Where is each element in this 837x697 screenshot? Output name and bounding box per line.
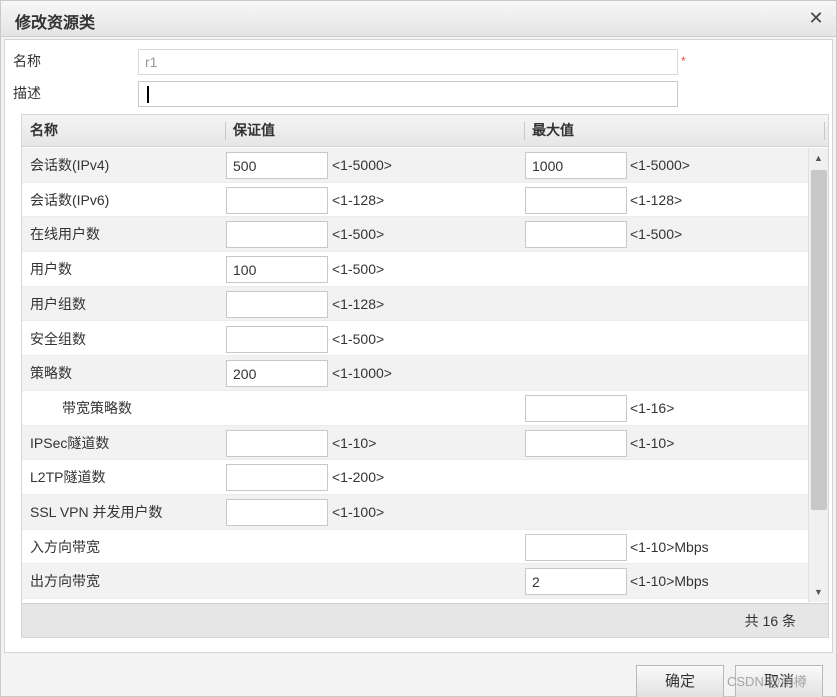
modify-resource-class-dialog: 修改资源类 ✕ 名称 * 描述 名称 保证值 最大值 会话数(IPv4) <1-5… bbox=[0, 0, 837, 697]
guarantee-range: <1-500> bbox=[332, 330, 385, 347]
column-header-guarantee: 保证值 bbox=[233, 122, 275, 138]
max-range: <1-16> bbox=[630, 399, 675, 416]
table-row: 带宽策略数 <1-16> bbox=[22, 391, 808, 426]
guarantee-range: <1-500> bbox=[332, 226, 385, 243]
vertical-scrollbar[interactable]: ▲ ▼ bbox=[808, 148, 828, 602]
guarantee-input[interactable] bbox=[226, 152, 328, 179]
close-icon[interactable]: ✕ bbox=[806, 8, 826, 28]
name-label: 名称 bbox=[13, 53, 41, 69]
table-row: 安全组数 <1-500> bbox=[22, 322, 808, 357]
row-name: 出方向带宽 bbox=[30, 573, 100, 590]
table-row: 会话数(IPv4) <1-5000> <1-5000> bbox=[22, 148, 808, 183]
row-name: L2TP隧道数 bbox=[30, 469, 106, 486]
scroll-up-icon[interactable]: ▲ bbox=[809, 150, 828, 166]
max-range: <1-128> bbox=[630, 191, 683, 208]
row-name: 安全组数 bbox=[30, 330, 86, 347]
guarantee-input[interactable] bbox=[226, 325, 328, 353]
guarantee-input[interactable] bbox=[226, 499, 328, 526]
dialog-content: 名称 * 描述 名称 保证值 最大值 会话数(IPv4) <1-5000> <1-5… bbox=[4, 39, 833, 653]
row-name: 在线用户数 bbox=[30, 226, 100, 243]
guarantee-range: <1-128> bbox=[332, 295, 385, 312]
cancel-button[interactable]: 取消 bbox=[735, 665, 823, 697]
ok-button[interactable]: 确定 bbox=[636, 665, 724, 697]
max-range: <1-5000> bbox=[630, 157, 690, 173]
guarantee-input[interactable] bbox=[226, 360, 328, 388]
required-mark: * bbox=[681, 54, 686, 68]
row-name: 会话数(IPv6) bbox=[30, 191, 110, 208]
max-input[interactable] bbox=[525, 568, 627, 596]
guarantee-range: <1-200> bbox=[332, 469, 385, 486]
max-input[interactable] bbox=[525, 221, 627, 249]
max-input[interactable] bbox=[525, 152, 627, 179]
resource-grid: 名称 保证值 最大值 会话数(IPv4)<1-5000><1-5000>会话数(… bbox=[21, 114, 829, 638]
column-header-name: 名称 bbox=[30, 122, 58, 138]
guarantee-range: <1-1000> bbox=[332, 365, 392, 382]
table-row: 策略数 <1-1000> bbox=[22, 356, 808, 391]
row-name: 用户数 bbox=[30, 261, 72, 278]
row-name: SSL VPN 并发用户数 bbox=[30, 504, 163, 520]
guarantee-range: <1-5000> bbox=[332, 157, 392, 173]
guarantee-range: <1-128> bbox=[332, 191, 385, 208]
guarantee-input[interactable] bbox=[226, 186, 328, 214]
max-input[interactable] bbox=[525, 429, 627, 457]
guarantee-input[interactable] bbox=[226, 464, 328, 492]
max-input[interactable] bbox=[525, 394, 627, 422]
row-name: IPSec隧道数 bbox=[30, 434, 110, 451]
table-row: IPSec隧道数 <1-10> <1-10> bbox=[22, 425, 808, 461]
text-cursor bbox=[147, 86, 149, 103]
table-row: 在线用户数 <1-500> <1-500> bbox=[22, 217, 808, 253]
guarantee-range: <1-10> bbox=[332, 434, 377, 451]
guarantee-input[interactable] bbox=[226, 429, 328, 457]
description-label: 描述 bbox=[13, 85, 41, 101]
guarantee-range: <1-100> bbox=[332, 504, 385, 520]
max-range: <1-10> bbox=[630, 434, 675, 451]
guarantee-input[interactable] bbox=[226, 221, 328, 249]
table-row: 出方向带宽 <1-10>Mbps bbox=[22, 564, 808, 600]
total-count: 共 16 条 bbox=[744, 613, 796, 629]
max-range: <1-10>Mbps bbox=[630, 573, 709, 590]
table-row: 会话数(IPv6) <1-128> <1-128> bbox=[22, 183, 808, 218]
guarantee-input[interactable] bbox=[226, 290, 328, 318]
grid-footer: 共 16 条 bbox=[22, 603, 828, 637]
column-separator[interactable] bbox=[824, 122, 825, 140]
row-name: 会话数(IPv4) bbox=[30, 157, 110, 173]
table-row: 用户组数 <1-128> bbox=[22, 286, 808, 322]
grid-header: 名称 保证值 最大值 bbox=[22, 115, 828, 147]
grid-rows: 会话数(IPv4) <1-5000> <1-5000> 会话数(IPv6) <1-128… bbox=[22, 148, 808, 602]
scroll-down-icon[interactable]: ▼ bbox=[809, 584, 828, 600]
dialog-title: 修改资源类 bbox=[15, 15, 96, 32]
max-input[interactable] bbox=[525, 186, 627, 214]
table-row: 入方向带宽 <1-10>Mbps bbox=[22, 530, 808, 565]
column-header-max: 最大值 bbox=[532, 122, 574, 138]
table-row: SSL VPN 并发用户数 <1-100> bbox=[22, 495, 808, 530]
row-name: 入方向带宽 bbox=[30, 538, 100, 555]
max-range: <1-10>Mbps bbox=[630, 538, 709, 555]
row-name: 策略数 bbox=[30, 365, 72, 382]
table-row: L2TP隧道数 <1-200> bbox=[22, 460, 808, 495]
guarantee-range: <1-500> bbox=[332, 261, 385, 278]
max-input[interactable] bbox=[525, 533, 627, 561]
description-field[interactable] bbox=[138, 81, 678, 107]
dialog-titlebar: 修改资源类 ✕ bbox=[1, 1, 836, 37]
name-field[interactable] bbox=[138, 49, 678, 75]
scrollbar-thumb[interactable] bbox=[811, 170, 827, 510]
max-range: <1-500> bbox=[630, 226, 683, 243]
guarantee-input[interactable] bbox=[226, 256, 328, 284]
table-row: 用户数 <1-500> bbox=[22, 252, 808, 287]
row-name: 带宽策略数 bbox=[62, 399, 132, 416]
row-name: 用户组数 bbox=[30, 295, 86, 312]
